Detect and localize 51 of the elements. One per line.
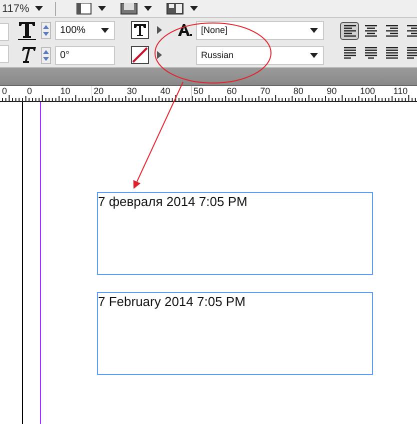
caret-icon[interactable]: [310, 52, 318, 58]
caret-icon[interactable]: [98, 6, 106, 11]
caret-icon[interactable]: [144, 6, 152, 11]
ruler-label: 20: [92, 86, 104, 96]
input-field[interactable]: [0, 44, 9, 62]
text-frame[interactable]: 7 февраля 2014 7:05 PM: [97, 192, 373, 275]
ruler-label: 50: [192, 86, 204, 96]
stepper[interactable]: [41, 46, 51, 64]
ruler-label: 40: [158, 86, 170, 96]
arrange-documents-icon[interactable]: [166, 2, 184, 14]
align-button[interactable]: [340, 22, 359, 40]
ruler-label: 90: [324, 86, 337, 96]
text-fill-icon[interactable]: [131, 21, 149, 39]
ruler-label: 30: [124, 86, 137, 96]
ruler-label: 10: [58, 86, 70, 96]
caret-icon[interactable]: [101, 28, 109, 32]
ruler-label: 110: [391, 86, 408, 96]
frame-text: 7 февраля 2014 7:05 PM: [98, 194, 248, 209]
ruler-label: 0: [25, 86, 32, 96]
ruler-label: 100: [358, 86, 376, 96]
align-center-icon: [364, 24, 376, 36]
character-style-icon[interactable]: [178, 24, 192, 36]
caret-icon[interactable]: [190, 6, 198, 11]
arrow-icon[interactable]: [157, 26, 162, 34]
align-right-icon: [386, 24, 398, 36]
skew-field[interactable]: 0°: [55, 46, 115, 64]
ruler-label: 0: [0, 86, 8, 96]
frame-text: 7 February 2014 7:05 PM: [98, 294, 246, 309]
ruler-label: 70: [258, 86, 270, 96]
align-left-icon: [344, 24, 356, 36]
ruler-label: 60: [224, 86, 237, 96]
caret-icon[interactable]: [310, 28, 318, 32]
ruler-label: 80: [291, 86, 304, 96]
align-justify-center-icon: [364, 46, 376, 58]
align-justify-left-icon: [344, 46, 356, 58]
align-justify-left-icon: [406, 46, 417, 58]
align-right-icon: [406, 24, 417, 36]
vertical-scale-icon[interactable]: [17, 20, 37, 40]
screen-mode-icon[interactable]: [76, 2, 92, 14]
no-stroke-icon[interactable]: [131, 46, 149, 64]
arrow-icon[interactable]: [157, 51, 162, 59]
align-justify-all-icon: [386, 46, 398, 58]
language-dropdown[interactable]: Russian: [196, 46, 324, 64]
zoom-level[interactable]: 117%: [2, 2, 30, 14]
caret-icon[interactable]: [35, 6, 44, 11]
character-style-dropdown[interactable]: [None]: [196, 20, 324, 40]
dropdown-field[interactable]: [0, 22, 9, 40]
stepper[interactable]: [41, 22, 51, 38]
text-frame[interactable]: 7 February 2014 7:05 PM: [97, 292, 373, 375]
scale-dropdown[interactable]: 100%: [55, 20, 115, 40]
view-options-icon[interactable]: [120, 2, 138, 14]
